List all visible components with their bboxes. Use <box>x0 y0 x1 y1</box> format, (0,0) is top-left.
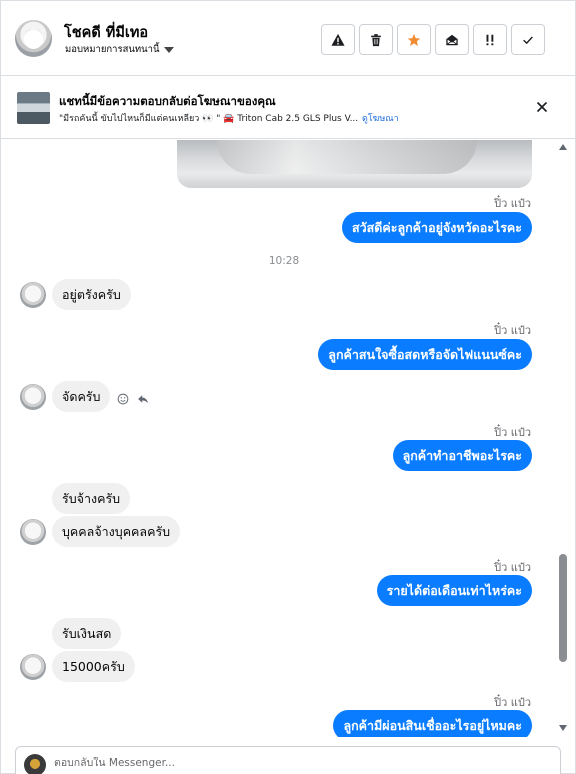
star-button[interactable] <box>397 24 431 55</box>
outgoing-message[interactable]: ลูกค้ามีผ่อนสินเชื่ออะไรอยู่ไหมคะ <box>333 710 532 737</box>
contact-avatar-small[interactable] <box>20 654 46 680</box>
contact-name[interactable]: โชคดี ที่มีเทอ <box>64 21 148 44</box>
outgoing-message[interactable]: สวัสดีค่ะลูกค้าอยู่จังหวัดอะไรคะ <box>341 212 532 243</box>
ad-reply-banner: แชทนี้มีข้อความตอบกลับต่อโฆษณาของคุณ "มี… <box>1 76 576 139</box>
sender-name: ปิ๋ว แป๋ว <box>494 324 531 337</box>
incoming-message[interactable]: 15000ครับ <box>52 651 135 682</box>
message-thread[interactable]: ปิ๋ว แป๋ว สวัสดีค่ะลูกค้าอยู่จังหวัดอะไร… <box>1 140 557 737</box>
assign-conversation-dropdown[interactable]: มอบหมายการสนทนานี้ <box>65 42 174 57</box>
conversation-header: โชคดี ที่มีเทอ มอบหมายการสนทนานี้ <box>1 1 576 76</box>
contact-avatar-small[interactable] <box>20 282 46 308</box>
envelope-open-icon <box>446 34 458 45</box>
mark-unread-button[interactable] <box>435 24 469 55</box>
contact-avatar[interactable] <box>15 20 52 57</box>
emoji-react-icon[interactable] <box>117 393 129 405</box>
contact-avatar-small[interactable] <box>20 384 46 410</box>
mark-done-button[interactable] <box>511 24 545 55</box>
outgoing-message[interactable]: รายได้ต่อเดือนเท่าไหร่คะ <box>376 575 532 606</box>
outgoing-message[interactable]: ลูกค้าสนใจซื้อสดหรือจัดไฟแนนซ์คะ <box>318 339 532 370</box>
ad-thumbnail[interactable] <box>17 92 50 124</box>
conversation-toolbar <box>321 24 545 55</box>
sender-name: ปิ๋ว แป๋ว <box>494 426 531 439</box>
message-timestamp: 10:28 <box>268 255 300 267</box>
contact-avatar-small[interactable] <box>20 519 46 545</box>
reply-icon[interactable] <box>137 393 149 405</box>
caret-down-icon <box>163 46 174 53</box>
outgoing-message[interactable]: ลูกค้าทำอาชีพอะไรคะ <box>392 440 532 471</box>
view-ad-link[interactable]: ดูโฆษณา <box>362 111 399 125</box>
incoming-message[interactable]: จัดครับ <box>52 381 111 412</box>
ad-banner-title: แชทนี้มีข้อความตอบกลับต่อโฆษณาของคุณ <box>59 94 276 108</box>
delete-button[interactable] <box>359 24 393 55</box>
scrollbar-thumb[interactable] <box>559 554 567 662</box>
scroll-up-arrow-icon[interactable] <box>559 144 567 150</box>
incoming-message[interactable]: รับจ้างครับ <box>52 483 131 514</box>
warning-icon <box>331 33 345 46</box>
flag-icon <box>486 34 494 45</box>
close-icon[interactable] <box>534 99 550 115</box>
ad-banner-subtitle: "มีรถคันนี้ ขับไปไหนก็มีแต่คนเหลียว 👀 " … <box>59 114 359 124</box>
page-avatar <box>24 754 46 774</box>
incoming-message[interactable]: บุคคลจ้างบุคคลครับ <box>52 516 181 547</box>
sender-name: ปิ๋ว แป๋ว <box>494 696 531 709</box>
assign-label: มอบหมายการสนทนานี้ <box>65 44 160 55</box>
sender-name: ปิ๋ว แป๋ว <box>494 561 531 574</box>
sender-name: ปิ๋ว แป๋ว <box>494 197 531 210</box>
incoming-message[interactable]: รับเงินสด <box>52 618 122 649</box>
trash-icon <box>371 33 381 46</box>
star-icon <box>407 33 421 46</box>
reply-input[interactable] <box>54 757 534 769</box>
report-spam-button[interactable] <box>321 24 355 55</box>
scroll-down-arrow-icon[interactable] <box>559 725 567 731</box>
incoming-message[interactable]: อยู่ตรังครับ <box>52 279 131 310</box>
inbox-conversation-panel: โชคดี ที่มีเทอ มอบหมายการสนทนานี้ แชทนี้… <box>0 0 576 774</box>
ad-preview-image[interactable] <box>177 140 532 188</box>
message-actions <box>117 393 149 405</box>
follow-up-button[interactable] <box>473 24 507 55</box>
reply-composer[interactable] <box>15 746 561 774</box>
check-icon <box>523 36 533 44</box>
